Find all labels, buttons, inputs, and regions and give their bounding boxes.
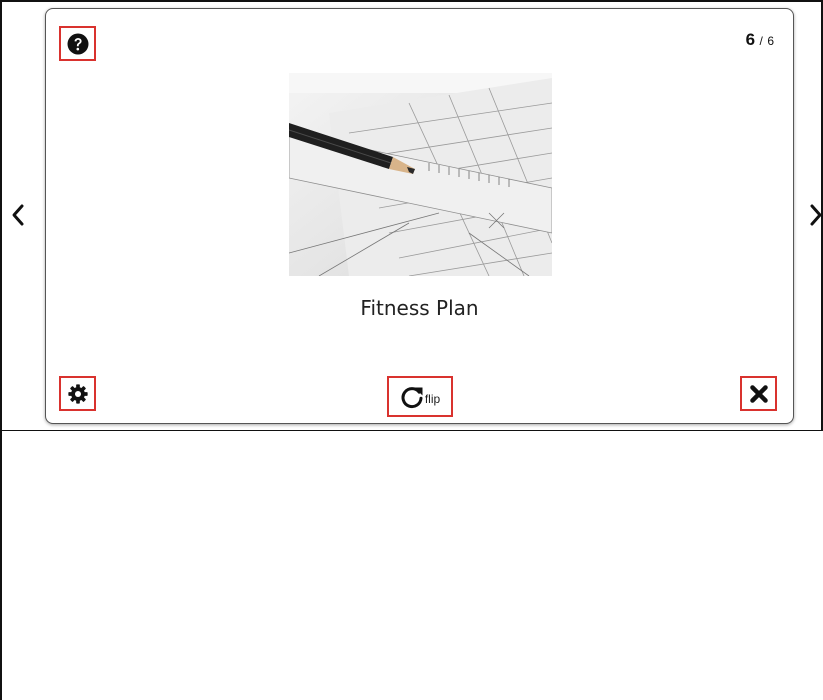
question-circle-icon [67,33,88,54]
card-title: Fitness Plan [360,296,479,320]
gear-icon [67,383,88,404]
settings-button[interactable] [59,376,96,411]
close-button[interactable] [740,376,777,411]
card-counter: 6 / 6 [746,30,774,50]
close-x-icon [749,384,768,403]
counter-separator: / [759,34,763,48]
chevron-left-icon [12,204,24,226]
flip-label: flip [424,391,441,406]
previous-card-button[interactable] [8,200,28,230]
frame-divider-line [0,430,823,431]
help-button[interactable] [59,26,96,61]
pencil-on-ruler-drawing-image [289,73,552,276]
flashcard: 6 / 6 Fitness Plan flip [45,8,794,424]
counter-current: 6 [745,30,756,49]
frame-top-line [0,0,823,2]
next-card-button[interactable] [806,200,823,230]
chevron-right-icon [810,204,822,226]
card-image [289,73,552,276]
frame-left-line [0,0,2,700]
counter-total: 6 [767,34,774,48]
rotate-icon [401,386,423,408]
flip-button[interactable]: flip [387,376,453,417]
